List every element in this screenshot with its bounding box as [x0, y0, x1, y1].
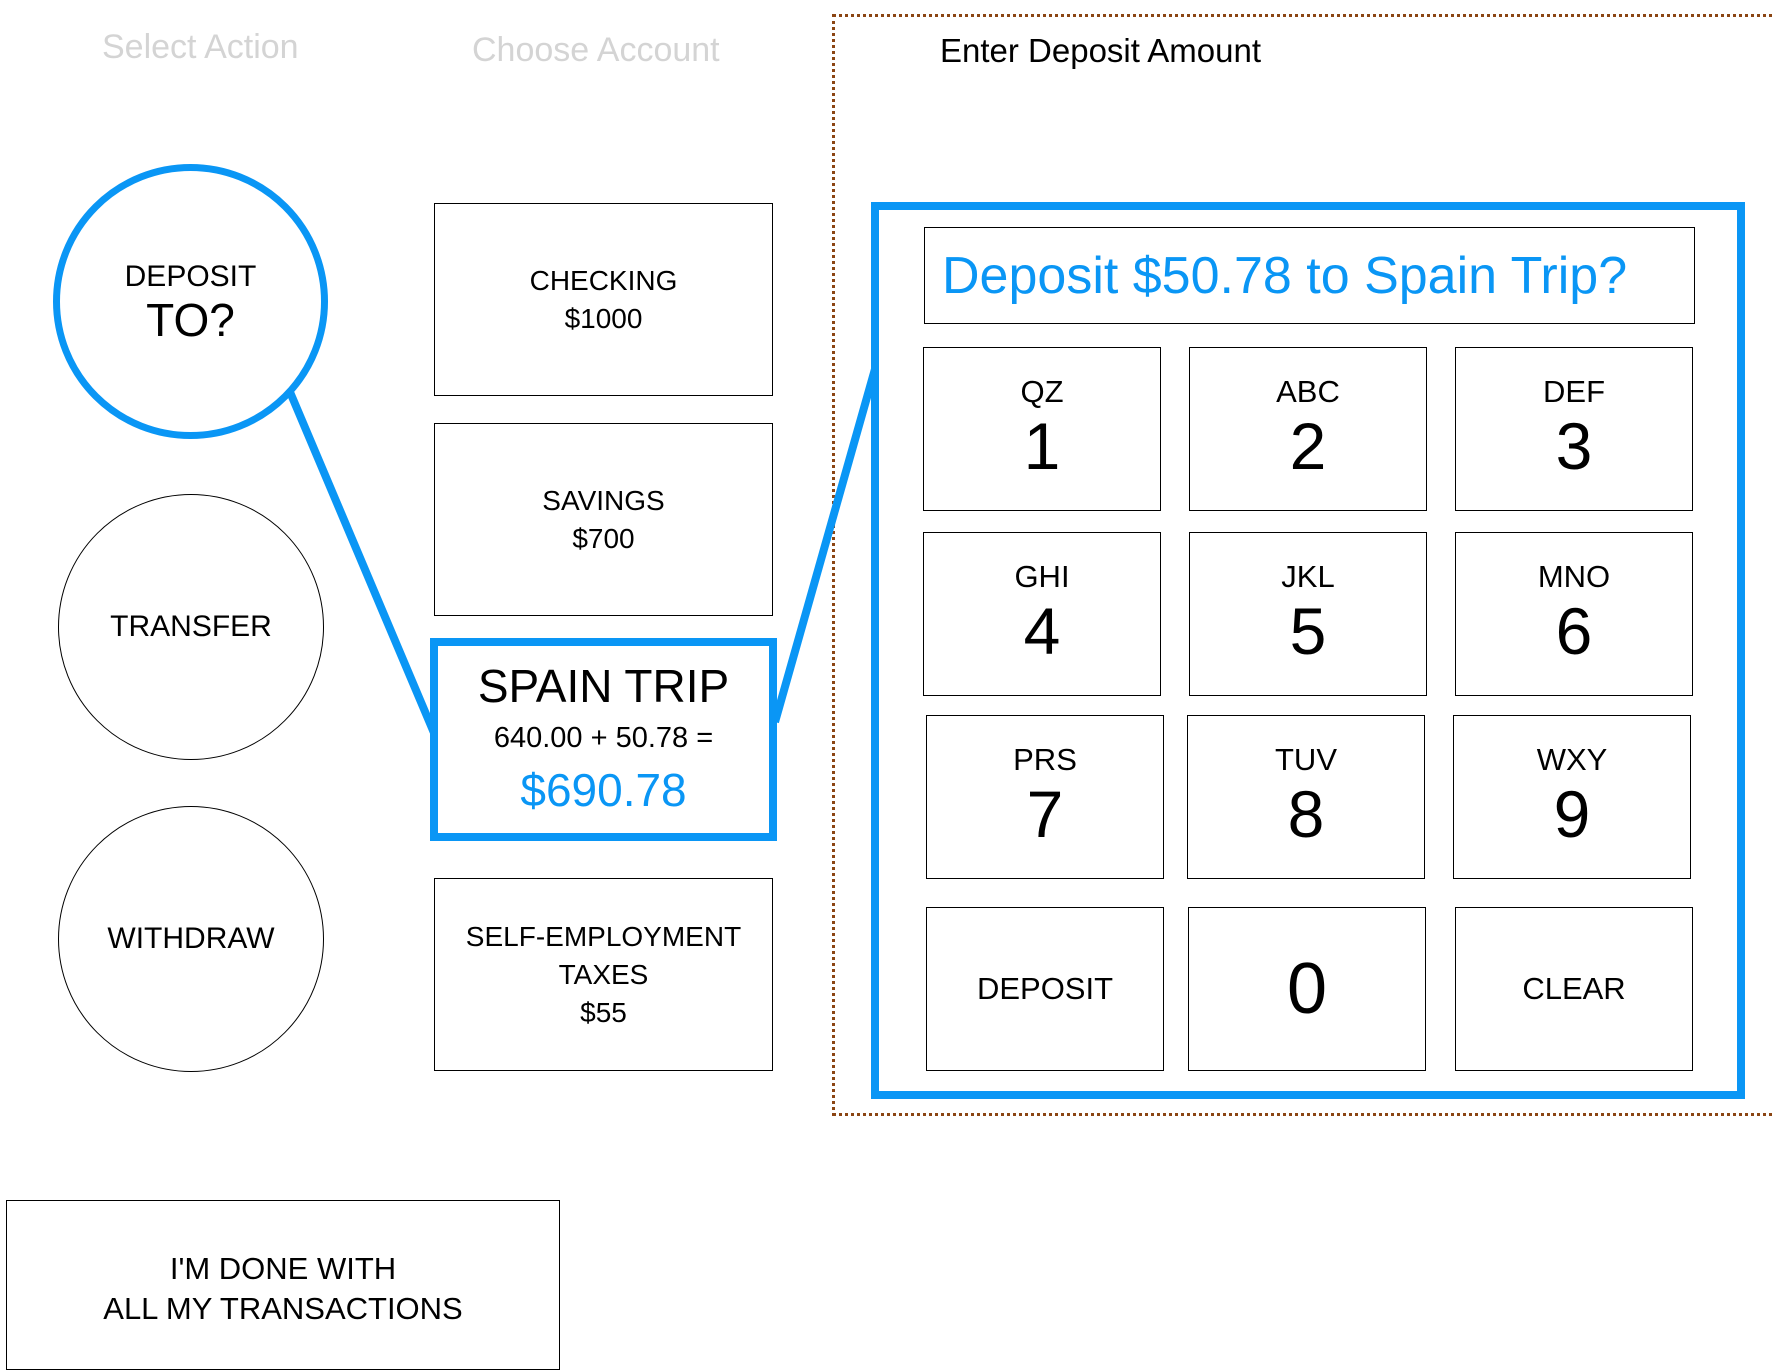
withdraw-action-button[interactable]: WITHDRAW [58, 806, 324, 1072]
key-9-letters: WXY [1536, 742, 1608, 777]
spain-trip-account-button[interactable]: SPAIN TRIP 640.00 + 50.78 = $690.78 [430, 638, 777, 841]
keypad-clear-button[interactable]: CLEAR [1455, 907, 1693, 1071]
keypad-key-7[interactable]: PRS 7 [926, 715, 1164, 879]
deposit-action-label: DEPOSIT [124, 259, 257, 293]
keypad-key-4[interactable]: GHI 4 [923, 532, 1161, 696]
taxes-account-button[interactable]: SELF-EMPLOYMENT TAXES $55 [434, 878, 773, 1071]
taxes-account-balance: $55 [580, 996, 627, 1028]
checking-account-balance: $1000 [564, 302, 643, 334]
keypad-key-9[interactable]: WXY 9 [1453, 715, 1691, 879]
deposit-confirmation-text: Deposit $50.78 to Spain Trip? [942, 246, 1628, 305]
key-9-digit: 9 [1553, 777, 1591, 851]
checking-account-name: CHECKING [529, 264, 678, 296]
keypad-key-6[interactable]: MNO 6 [1455, 532, 1693, 696]
savings-account-button[interactable]: SAVINGS $700 [434, 423, 773, 616]
spain-trip-account-name: SPAIN TRIP [477, 660, 730, 712]
key-5-digit: 5 [1289, 594, 1327, 668]
savings-account-balance: $700 [572, 522, 635, 554]
keypad-key-0[interactable]: 0 [1188, 907, 1426, 1071]
header-choose-account: Choose Account [472, 31, 720, 69]
withdraw-action-label: WITHDRAW [107, 922, 275, 955]
deposit-action-button[interactable]: DEPOSIT TO? [53, 164, 328, 439]
deposit-confirmation-display: Deposit $50.78 to Spain Trip? [924, 227, 1695, 324]
key-7-digit: 7 [1026, 777, 1064, 851]
key-8-letters: TUV [1275, 742, 1337, 777]
header-select-action: Select Action [102, 28, 299, 66]
transfer-action-label: TRANSFER [110, 610, 272, 643]
key-0-digit: 0 [1286, 949, 1328, 1029]
key-8-digit: 8 [1287, 777, 1325, 851]
keypad-key-1[interactable]: QZ 1 [923, 347, 1161, 511]
key-7-letters: PRS [1013, 742, 1077, 777]
keypad-clear-label: CLEAR [1522, 971, 1626, 1006]
done-transactions-button[interactable]: I'M DONE WITH ALL MY TRANSACTIONS [6, 1200, 560, 1370]
savings-account-name: SAVINGS [542, 484, 665, 516]
checking-account-button[interactable]: CHECKING $1000 [434, 203, 773, 396]
transfer-action-button[interactable]: TRANSFER [58, 494, 324, 760]
keypad-key-5[interactable]: JKL 5 [1189, 532, 1427, 696]
connector-deposit-to-account [286, 390, 441, 742]
key-6-letters: MNO [1537, 559, 1611, 594]
key-2-digit: 2 [1289, 409, 1327, 483]
spain-trip-calculation: 640.00 + 50.78 = [493, 722, 714, 754]
taxes-account-name-line1: SELF-EMPLOYMENT [465, 920, 742, 952]
keypad-deposit-label: DEPOSIT [976, 971, 1114, 1006]
key-3-letters: DEF [1543, 374, 1605, 409]
header-enter-deposit-amount: Enter Deposit Amount [940, 32, 1262, 69]
keypad-key-8[interactable]: TUV 8 [1187, 715, 1425, 879]
deposit-action-prompt: TO? [146, 293, 235, 346]
key-1-digit: 1 [1023, 409, 1061, 483]
keypad-deposit-button[interactable]: DEPOSIT [926, 907, 1164, 1071]
done-button-line2: ALL MY TRANSACTIONS [103, 1291, 463, 1326]
key-1-letters: QZ [1020, 374, 1064, 409]
key-4-digit: 4 [1023, 594, 1061, 668]
key-2-letters: ABC [1276, 374, 1340, 409]
taxes-account-name-line2: TAXES [558, 958, 649, 990]
key-6-digit: 6 [1555, 594, 1593, 668]
done-button-line1: I'M DONE WITH [169, 1251, 397, 1286]
keypad-key-3[interactable]: DEF 3 [1455, 347, 1693, 511]
key-4-letters: GHI [1014, 559, 1070, 594]
spain-trip-new-balance: $690.78 [520, 764, 687, 816]
key-3-digit: 3 [1555, 409, 1593, 483]
keypad-key-2[interactable]: ABC 2 [1189, 347, 1427, 511]
key-5-letters: JKL [1281, 559, 1335, 594]
